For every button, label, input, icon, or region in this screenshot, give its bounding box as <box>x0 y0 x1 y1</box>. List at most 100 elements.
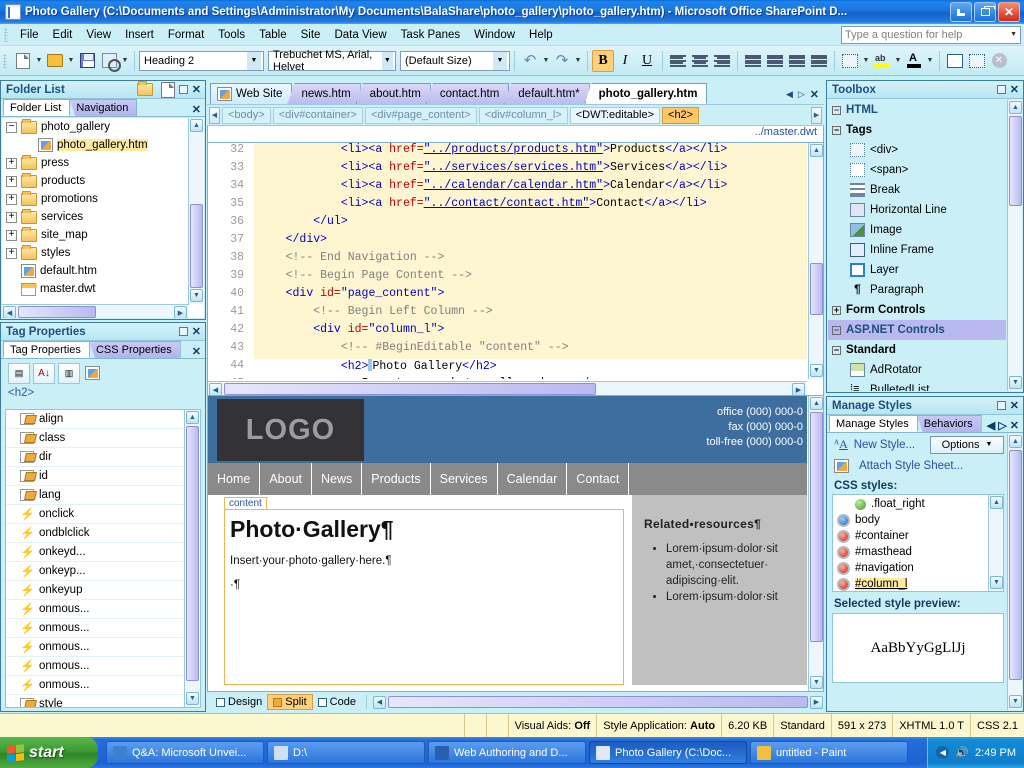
toolbox-group-aspnet-controls[interactable]: −ASP.NET Controls <box>828 320 1006 340</box>
css-style-row[interactable]: #column_l <box>833 576 987 591</box>
menu-item-edit[interactable]: Edit <box>46 26 80 44</box>
css-styles-list[interactable]: .float_right body #container #masthead #… <box>832 494 1004 592</box>
save-button[interactable] <box>76 50 98 72</box>
folder-list-hscrollbar[interactable]: ◀ ▶ <box>2 304 189 318</box>
toolbox-item-layer[interactable]: Layer <box>828 260 1006 280</box>
menu-item-window[interactable]: Window <box>467 26 522 44</box>
property-row[interactable]: ⚡onmous... <box>6 676 184 695</box>
tab-css-properties[interactable]: CSS Properties <box>89 341 181 358</box>
volume-icon[interactable]: 🔊 <box>955 746 969 759</box>
collapse-icon[interactable]: − <box>832 106 841 115</box>
toolbox-item-bulletedlist[interactable]: ⁞≡BulletedList <box>828 380 1006 391</box>
chevron-down-icon[interactable]: ▼ <box>493 52 507 70</box>
open-button[interactable] <box>44 50 66 72</box>
tree-item[interactable]: photo_gallery.htm <box>2 136 188 154</box>
scroll-left-button[interactable]: ◀ <box>373 696 386 709</box>
close-icon[interactable]: ✕ <box>1010 83 1019 96</box>
scroll-up-button[interactable]: ▲ <box>810 144 823 157</box>
bold-button[interactable]: B <box>592 50 614 72</box>
code-hscrollbar[interactable]: ◀ ▶ <box>208 381 807 395</box>
tree-item[interactable]: +products <box>2 172 188 190</box>
decrease-indent-button[interactable] <box>786 50 808 72</box>
breadcrumb-div-page-content[interactable]: <div#page_content> <box>365 107 477 124</box>
float-panel-icon[interactable] <box>997 85 1006 94</box>
property-row[interactable]: ⚡onkeyd... <box>6 543 184 562</box>
insert-layer-button[interactable] <box>966 50 988 72</box>
taskbar-item-photo-gallery[interactable]: Photo Gallery (C:\Doc... <box>589 741 747 764</box>
insert-table-button[interactable] <box>944 50 966 72</box>
restore-button[interactable] <box>974 2 996 22</box>
tree-item[interactable]: +promotions <box>2 190 188 208</box>
design-hscrollbar[interactable]: ◀ ▶ <box>372 694 824 710</box>
tab-contact-htm[interactable]: contact.htm <box>426 83 509 104</box>
breadcrumb-dwt-editable[interactable]: <DWT:editable> <box>570 107 660 124</box>
scroll-up-button[interactable]: ▲ <box>1009 435 1022 448</box>
toolbox-list[interactable]: −HTML −Tags <div> <span> Break Horizonta… <box>828 100 1022 391</box>
redo-dropdown[interactable]: ▼ <box>573 57 583 64</box>
chevron-down-icon[interactable]: ▼ <box>382 52 393 70</box>
tab-default-htm[interactable]: default.htm* <box>504 83 589 104</box>
scroll-right-button[interactable]: ▶ <box>810 696 823 709</box>
taskbar-item-paint[interactable]: untitled - Paint <box>750 741 908 764</box>
toolbox-group-standard[interactable]: −Standard <box>828 340 1006 360</box>
tree-item[interactable]: +styles <box>2 244 188 262</box>
split-view-button[interactable]: Split <box>267 694 312 710</box>
scroll-down-button[interactable]: ▼ <box>1009 376 1022 389</box>
design-view-button[interactable]: Design <box>211 694 267 710</box>
tree-item[interactable]: −photo_gallery <box>2 118 188 136</box>
style-application-status[interactable]: Style Application: Auto <box>597 714 722 737</box>
scroll-thumb[interactable] <box>186 426 199 681</box>
toolbox-item-break[interactable]: Break <box>828 180 1006 200</box>
font-size-combo[interactable]: (Default Size) ▼ <box>400 51 510 71</box>
toolbox-item-span[interactable]: <span> <box>828 160 1006 180</box>
property-row[interactable]: ⚡onkeyup <box>6 581 184 600</box>
menu-item-tools[interactable]: Tools <box>211 26 252 44</box>
toolbox-item-inline-frame[interactable]: Inline Frame <box>828 240 1006 260</box>
property-row[interactable]: ⚡ondblclick <box>6 524 184 543</box>
nav-services[interactable]: Services <box>431 463 498 495</box>
tab-photo-gallery-htm[interactable]: photo_gallery.htm <box>585 83 708 104</box>
scroll-down-button[interactable]: ▼ <box>190 289 203 302</box>
design-vscrollbar[interactable]: ▲ ▼ <box>808 396 823 691</box>
float-panel-icon[interactable] <box>179 85 188 94</box>
tab-folder-list[interactable]: Folder List <box>3 99 70 116</box>
font-color-button[interactable]: A <box>903 50 925 72</box>
toolbox-item-adrotator[interactable]: AdRotator <box>828 360 1006 380</box>
font-combo[interactable]: Trebuchet MS, Arial, Helvet ▼ <box>268 51 396 71</box>
property-row[interactable]: id <box>6 467 184 486</box>
taskbar-item-drive-d[interactable]: D:\ <box>267 741 425 764</box>
categorized-view-button[interactable]: ▤ <box>8 363 30 384</box>
property-row[interactable]: style <box>6 695 184 707</box>
css-style-row[interactable]: #container <box>833 528 987 544</box>
edit-tag-button[interactable] <box>83 363 105 384</box>
scroll-thumb[interactable] <box>1009 450 1022 680</box>
close-tab-icon[interactable]: ✕ <box>810 88 819 101</box>
design-pane[interactable]: LOGO office (000) 000-0 fax (000) 000-0 … <box>207 396 824 692</box>
css-style-row[interactable]: #navigation <box>833 560 987 576</box>
show-set-properties-button[interactable]: ▥ <box>58 363 80 384</box>
tab-navigation[interactable]: Navigation <box>69 99 137 116</box>
scroll-up-button[interactable]: ▲ <box>990 496 1003 509</box>
css-style-row[interactable]: .float_right <box>833 496 987 512</box>
toolbox-item-div[interactable]: <div> <box>828 140 1006 160</box>
code-vscrollbar[interactable]: ▲ ▼ <box>808 143 823 379</box>
new-page-button[interactable] <box>12 50 34 72</box>
menu-gripper[interactable] <box>4 28 8 42</box>
scroll-thumb[interactable] <box>190 204 203 288</box>
menu-item-site[interactable]: Site <box>294 26 328 44</box>
property-row[interactable]: dir <box>6 448 184 467</box>
expand-icon[interactable]: + <box>6 248 17 259</box>
tab-behaviors[interactable]: Behaviors <box>917 415 982 432</box>
options-button[interactable]: Options ▼ <box>930 436 1004 454</box>
tree-item[interactable]: master.dwt <box>2 280 188 298</box>
property-row[interactable]: ⚡onmous... <box>6 600 184 619</box>
scroll-left-button[interactable]: ◀ <box>3 306 16 318</box>
align-left-button[interactable] <box>667 50 689 72</box>
scroll-thumb[interactable] <box>224 383 596 395</box>
breadcrumb-div-column-l[interactable]: <div#column_l> <box>479 107 568 124</box>
ask-a-question-input[interactable]: Type a question for help ▼ <box>841 26 1021 44</box>
next-tab-icon[interactable]: ▷ <box>798 89 805 100</box>
toolbox-group-tags[interactable]: −Tags <box>828 120 1006 140</box>
scroll-down-button[interactable]: ▼ <box>186 692 199 705</box>
design-heading[interactable]: Photo·Gallery¶ <box>225 510 623 543</box>
